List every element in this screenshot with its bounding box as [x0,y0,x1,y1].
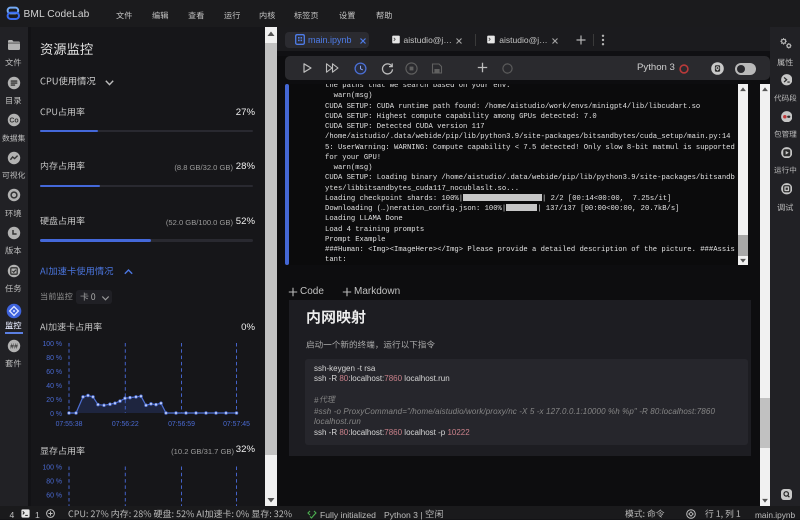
svg-text:100 %: 100 % [42,341,62,348]
svg-text:100 %: 100 % [42,464,62,471]
svg-text:07:56:59: 07:56:59 [168,421,195,428]
svg-text:40 %: 40 % [46,383,62,390]
svg-text:60 %: 60 % [46,492,62,499]
svg-text:07:57:45: 07:57:45 [223,421,250,428]
svg-text:80 %: 80 % [46,355,62,362]
svg-text:0 %: 0 % [50,411,62,418]
svg-text:##: ## [10,343,18,350]
svg-text:60 %: 60 % [46,369,62,376]
svg-text:07:55:38: 07:55:38 [56,421,83,428]
svg-text:07:56:22: 07:56:22 [112,421,139,428]
svg-text:Co: Co [9,118,18,125]
svg-text:80 %: 80 % [46,478,62,485]
svg-text:20 %: 20 % [46,397,62,404]
